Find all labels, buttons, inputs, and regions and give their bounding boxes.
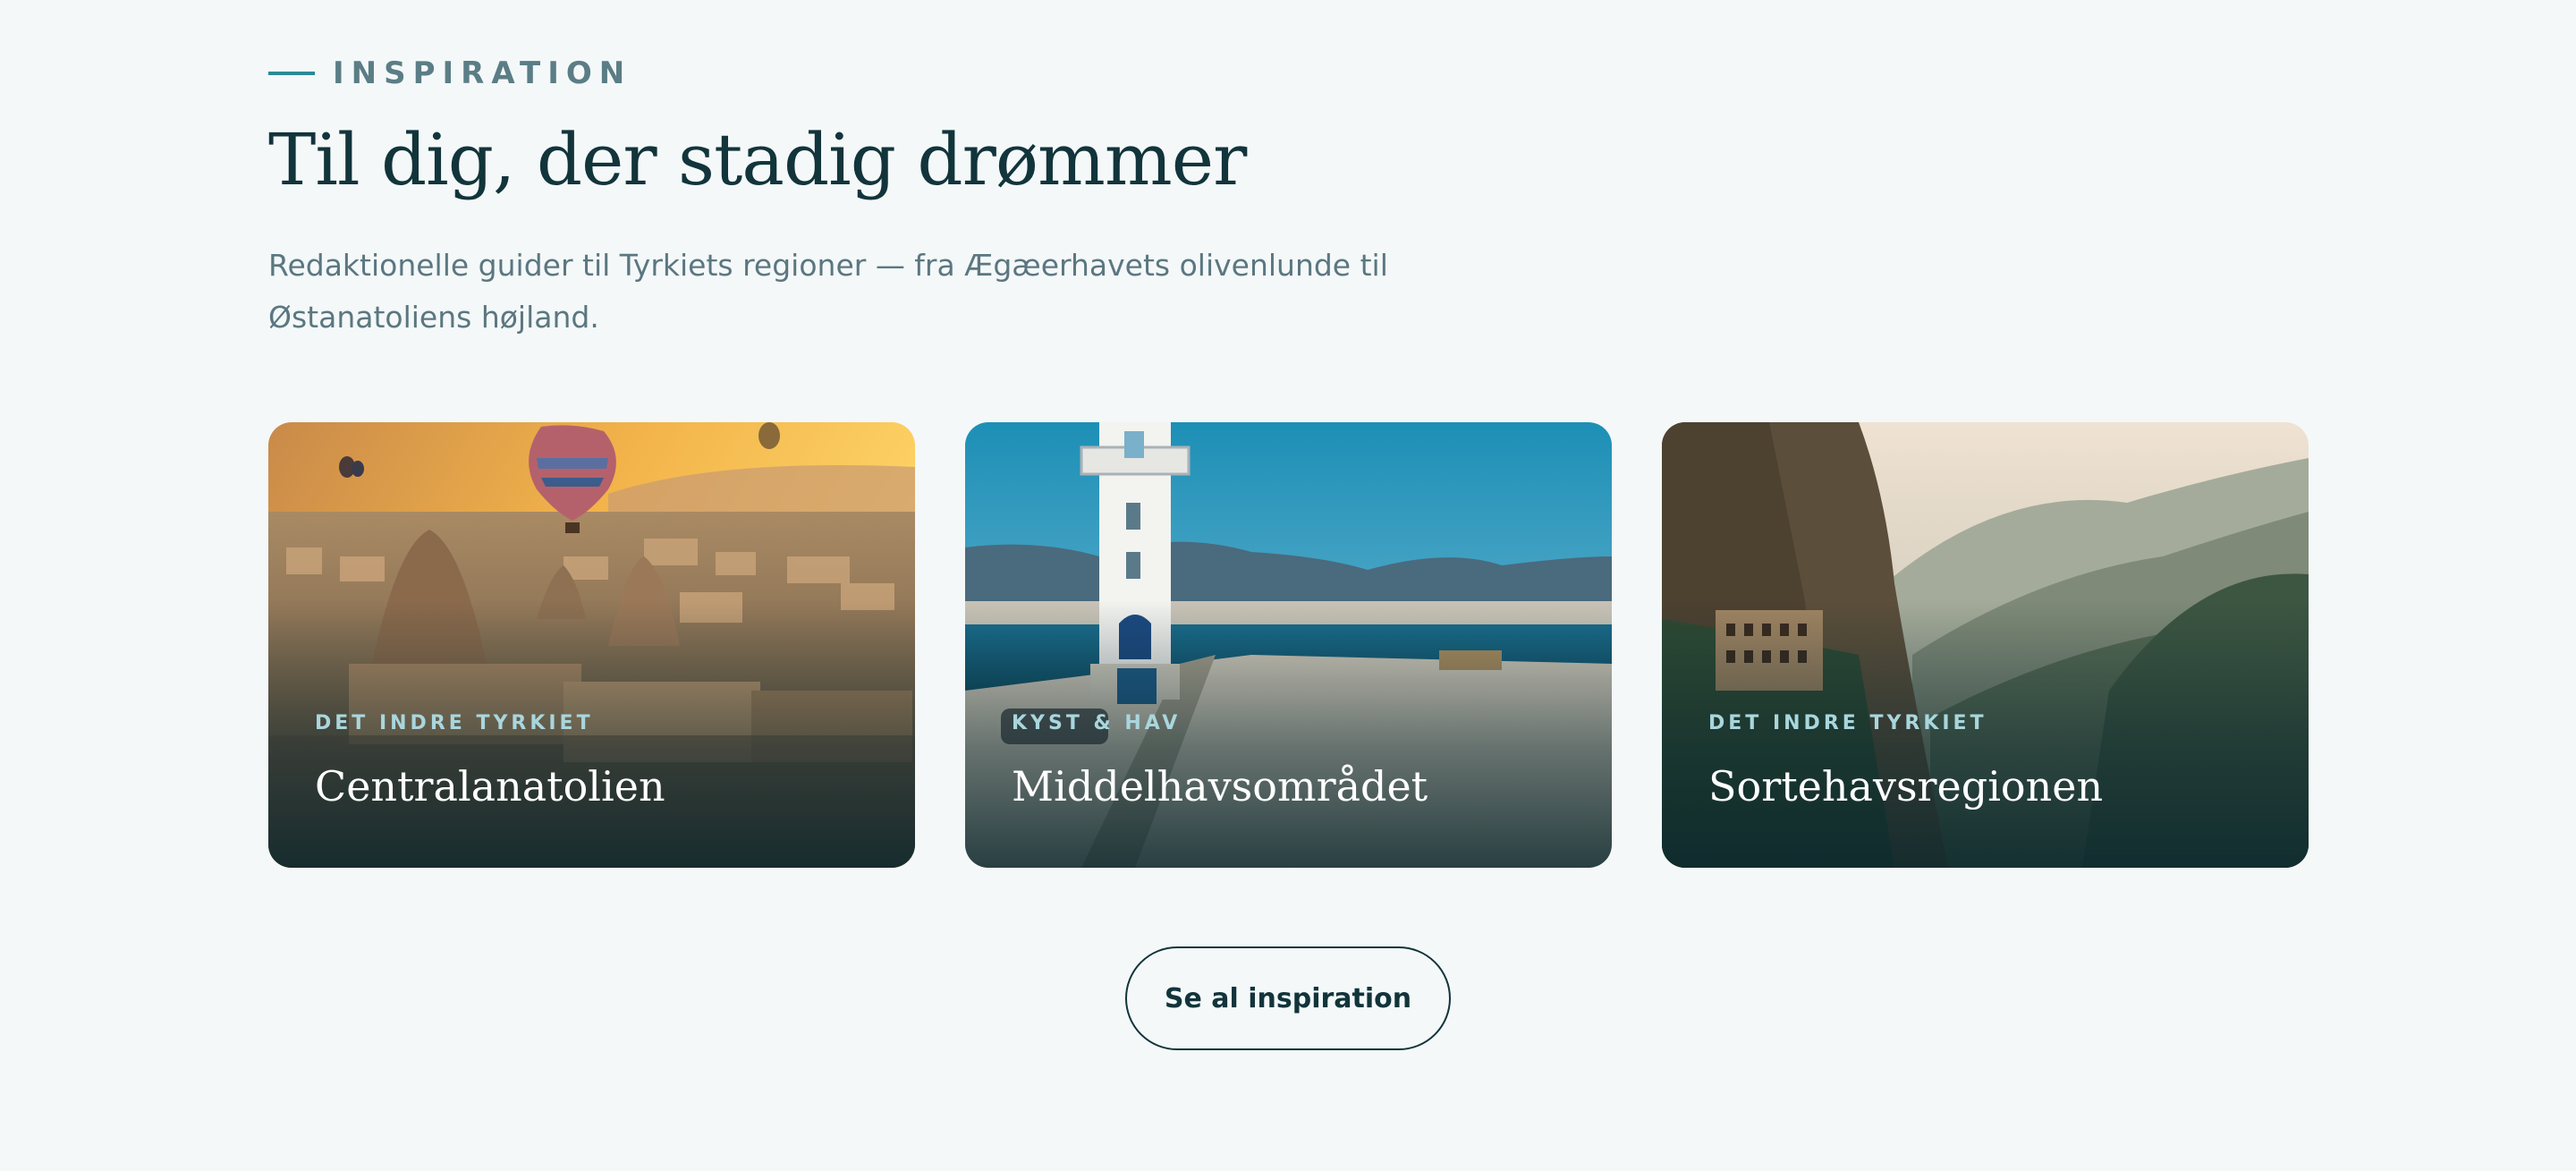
- card-title: Centralanatolien: [315, 762, 665, 810]
- section-lead: Redaktionelle guider til Tyrkiets region…: [268, 248, 1388, 335]
- card-title: Sortehavsregionen: [1708, 762, 2104, 810]
- region-card-sortehavsregionen[interactable]: DET INDRE TYRKIET Sortehavsregionen: [1662, 422, 2309, 868]
- region-card-centralanatolien[interactable]: DET INDRE TYRKIET Centralanatolien: [268, 422, 915, 868]
- inspiration-section: INSPIRATION Til dig, der stadig drømmer …: [0, 0, 2576, 1171]
- card-title: Middelhavsområdet: [1012, 762, 1428, 810]
- region-cards: DET INDRE TYRKIET Centralanatolien KYST …: [268, 422, 2309, 868]
- see-all-inspiration-button[interactable]: Se al inspiration: [1125, 946, 1451, 1050]
- section-eyebrow: INSPIRATION: [268, 55, 631, 91]
- section-title: Til dig, der stadig drømmer: [268, 118, 1247, 201]
- card-kicker: DET INDRE TYRKIET: [315, 712, 594, 734]
- region-card-middelhavsomraadet[interactable]: KYST & HAV Middelhavsområdet: [965, 422, 1612, 868]
- card-kicker: KYST & HAV: [1012, 712, 1182, 734]
- card-kicker: DET INDRE TYRKIET: [1708, 712, 1987, 734]
- eyebrow-line: [268, 72, 315, 75]
- eyebrow-label: INSPIRATION: [333, 55, 632, 91]
